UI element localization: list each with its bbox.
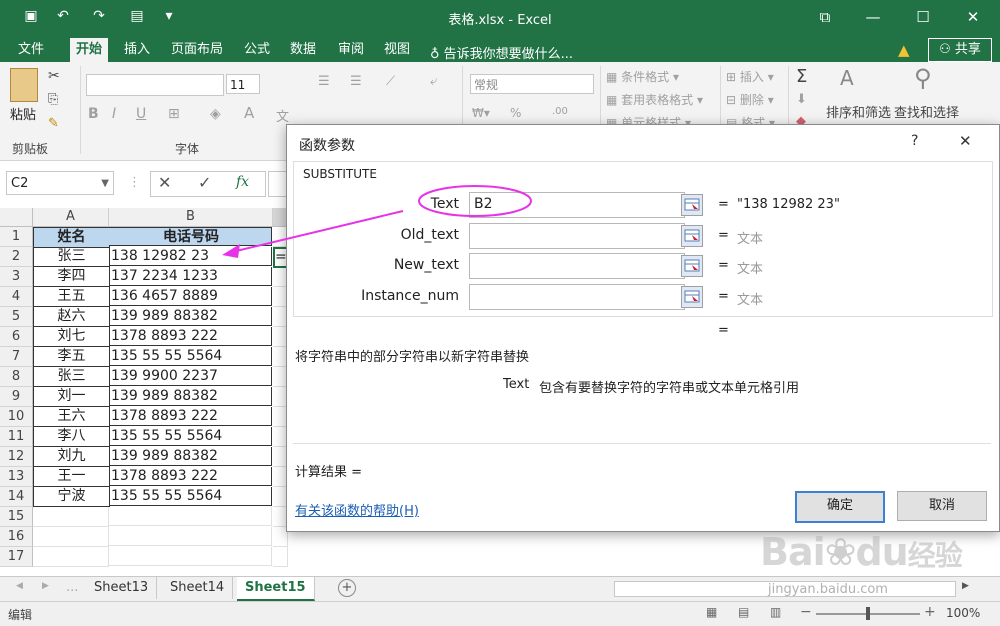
scroll-right-icon[interactable]: ▶ xyxy=(962,581,969,591)
sheet-nav-prev-icon[interactable]: ◀ xyxy=(16,581,23,591)
add-sheet-button[interactable]: + xyxy=(338,579,356,597)
status-bar: 编辑 ▦ ▤ ▥ − + 100% xyxy=(0,601,1000,626)
sheet-ellipsis[interactable]: ... xyxy=(66,580,78,595)
page-layout-view-icon[interactable]: ▤ xyxy=(738,605,749,619)
zoom-out-button[interactable]: − xyxy=(800,604,812,620)
paw-icon: ❀ xyxy=(824,530,857,574)
annotation-arrow-line xyxy=(231,210,404,253)
annotation-arrow-head xyxy=(222,244,240,258)
normal-view-icon[interactable]: ▦ xyxy=(706,605,717,619)
sheet-tab-sheet13[interactable]: Sheet13 xyxy=(86,577,158,599)
sheet-tab-sheet15[interactable]: Sheet15 xyxy=(237,577,315,601)
zoom-level[interactable]: 100% xyxy=(946,606,980,620)
zoom-slider-thumb[interactable] xyxy=(866,607,870,620)
zoom-in-button[interactable]: + xyxy=(924,604,936,620)
highlight-ellipse xyxy=(418,185,532,217)
page-break-view-icon[interactable]: ▥ xyxy=(770,605,781,619)
status-mode: 编辑 xyxy=(8,608,33,622)
sheet-nav-next-icon[interactable]: ▶ xyxy=(42,581,49,591)
sheet-tab-sheet14[interactable]: Sheet14 xyxy=(162,577,234,599)
watermark-logo: Bai❀du经验 xyxy=(760,530,963,574)
watermark-url: jingyan.baidu.com xyxy=(768,582,888,597)
